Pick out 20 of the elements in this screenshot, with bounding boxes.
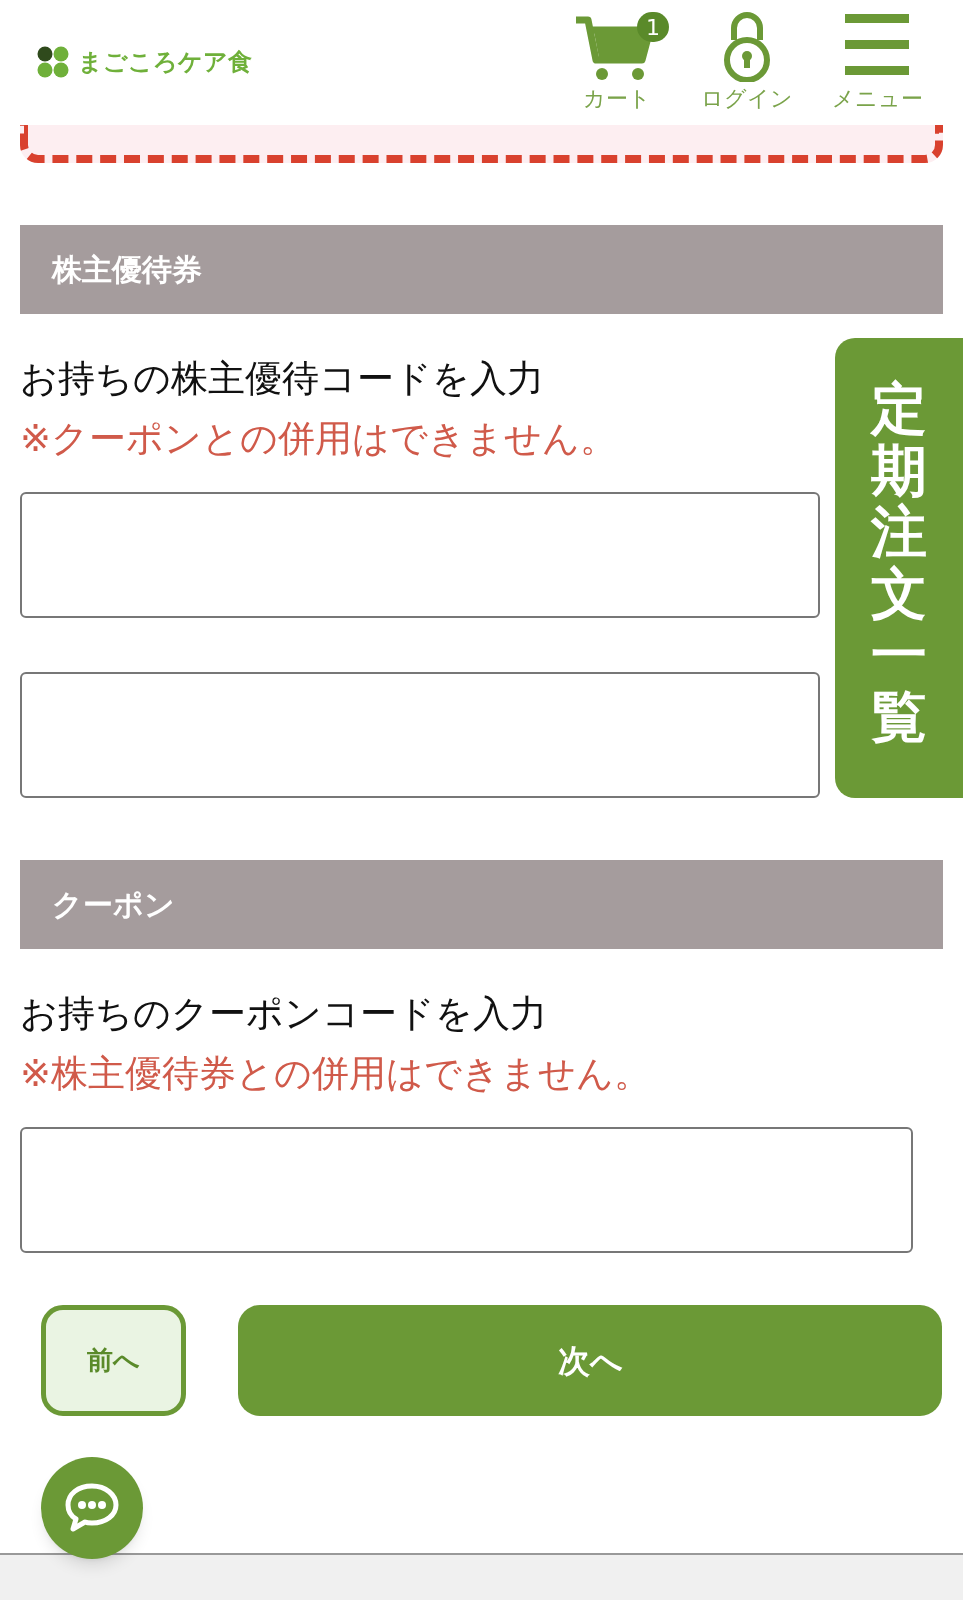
input-field[interactable] bbox=[20, 672, 820, 798]
padlock-icon bbox=[722, 10, 772, 82]
input-field[interactable] bbox=[20, 492, 820, 618]
logo-text[interactable]: まごころケア食 bbox=[78, 44, 252, 80]
warning-note: ※クーポンとの併用はできません。 bbox=[20, 416, 617, 462]
section-header: クーポン bbox=[20, 860, 943, 949]
section-header: 株主優待券 bbox=[20, 225, 943, 314]
next-button[interactable]: 次へ bbox=[238, 1305, 942, 1416]
warning-note: ※株主優待券との併用はできません。 bbox=[20, 1051, 651, 1097]
chat-bubble-icon bbox=[64, 1482, 120, 1534]
badge: 1 bbox=[637, 12, 669, 42]
cart-button[interactable]: 1 カート bbox=[567, 10, 667, 115]
input-field[interactable] bbox=[20, 1127, 913, 1253]
field-label: お持ちの株主優待コードを入力 bbox=[20, 356, 544, 402]
back-button[interactable]: 前へ bbox=[41, 1305, 186, 1416]
field-label: お持ちのクーポンコードを入力 bbox=[20, 991, 547, 1037]
menu-button[interactable]: メニュー bbox=[827, 10, 927, 115]
side-tab[interactable]: 定期注文一覧 bbox=[835, 338, 963, 798]
clover-logo-icon bbox=[36, 45, 70, 79]
login-button[interactable]: ログイン bbox=[697, 10, 797, 115]
